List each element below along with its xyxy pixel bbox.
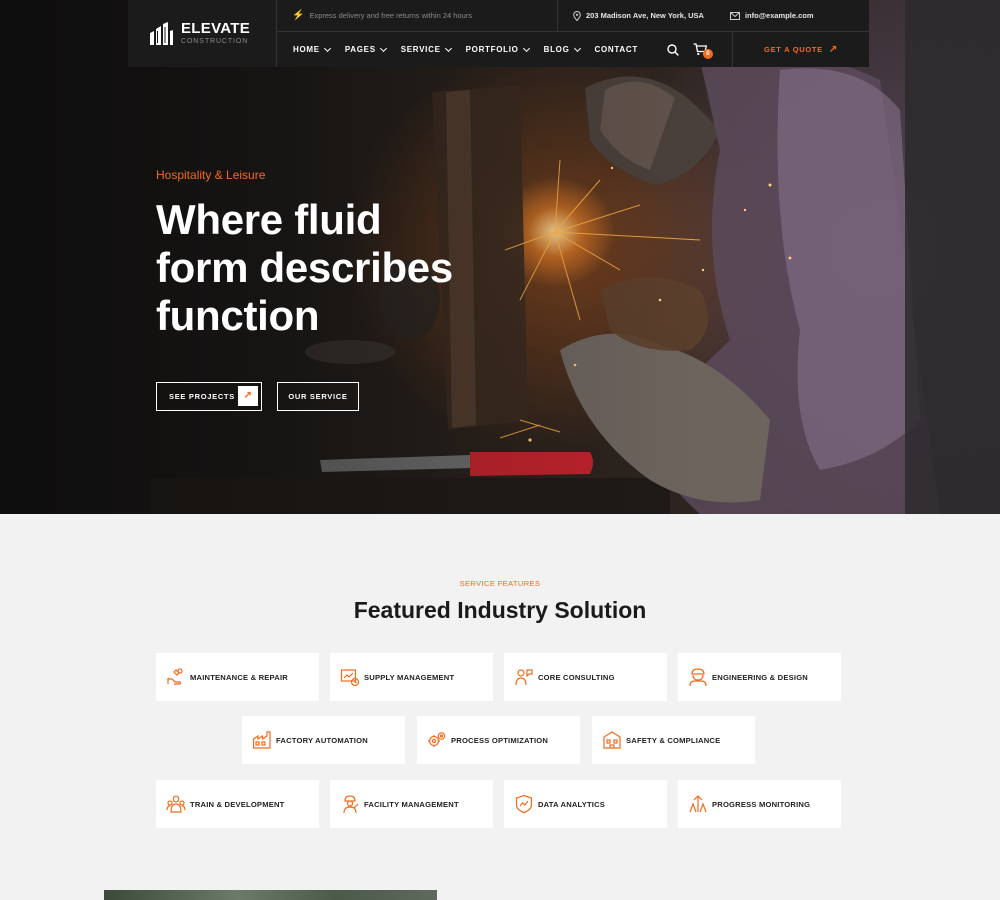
- service-label: SUPPLY MANAGEMENT: [364, 672, 455, 682]
- cart-button[interactable]: 0: [693, 43, 713, 59]
- address-text: 203 Madison Ave, New York, USA: [586, 11, 704, 20]
- service-card-process[interactable]: PROCESS OPTIMIZATION: [417, 716, 580, 764]
- service-card-supply[interactable]: SUPPLY MANAGEMENT: [330, 653, 493, 701]
- chevron-down-icon: [444, 44, 452, 52]
- promo-message: ⚡ Express delivery and free returns with…: [277, 0, 558, 32]
- service-card-safety[interactable]: SAFETY & COMPLIANCE: [592, 716, 755, 764]
- section-kicker: SERVICE FEATURES: [459, 579, 541, 588]
- main-nav: HOME PAGES SERVICE PORTFOLIO BLOG CONTAC…: [277, 32, 869, 67]
- gears-icon: [428, 732, 446, 747]
- training-icon: [166, 795, 186, 813]
- chevron-down-icon: [323, 44, 331, 52]
- service-label: CORE CONSULTING: [538, 672, 615, 682]
- chevron-down-icon: [379, 44, 387, 52]
- service-card-consulting[interactable]: CORE CONSULTING: [504, 653, 667, 701]
- our-service-button[interactable]: OUR SERVICE: [277, 382, 359, 411]
- see-projects-button[interactable]: SEE PROJECTS ↗: [156, 382, 262, 411]
- service-label: FACTORY AUTOMATION: [276, 735, 368, 745]
- service-card-engineering[interactable]: ENGINEERING & DESIGN: [678, 653, 841, 701]
- safety-building-icon: [603, 731, 621, 749]
- see-projects-label: SEE PROJECTS: [169, 392, 235, 401]
- hero-title-line: form describes: [156, 244, 453, 291]
- factory-icon: [252, 731, 271, 749]
- service-card-analytics[interactable]: DATA ANALYTICS: [504, 780, 667, 828]
- nav-label: HOME: [293, 45, 320, 54]
- service-card-maintenance[interactable]: MAINTENANCE & REPAIR: [156, 653, 319, 701]
- analytics-shield-icon: [515, 794, 533, 814]
- service-label: DATA ANALYTICS: [538, 799, 606, 809]
- arrow-up-right-icon: ↗: [828, 44, 838, 55]
- promo-text: Express delivery and free returns within…: [309, 11, 473, 20]
- email-info[interactable]: info@example.com: [729, 11, 814, 20]
- nav-item-blog[interactable]: BLOG: [543, 44, 581, 54]
- service-label: TRAIN & DEVELOPMENT: [190, 799, 285, 809]
- arrow-up-right-icon: ↗: [238, 386, 258, 406]
- page: Hospitality & Leisure Where fluid form d…: [0, 0, 1000, 900]
- site-header: ELEVATE CONSTRUCTION ⚡ Express delivery …: [128, 0, 869, 67]
- cart-count-badge: 0: [702, 49, 713, 59]
- nav-label: SERVICE: [400, 45, 441, 54]
- nav-item-pages[interactable]: PAGES: [344, 44, 387, 54]
- engineer-design-icon: [689, 668, 707, 687]
- service-label: SAFETY & COMPLIANCE: [626, 735, 721, 745]
- service-card-facility[interactable]: FACILITY MANAGEMENT: [330, 780, 493, 828]
- logo-name: ELEVATE: [181, 20, 251, 37]
- hero-title-line: function: [156, 292, 320, 339]
- hero-section: Hospitality & Leisure Where fluid form d…: [0, 0, 1000, 514]
- monitoring-icon: [689, 795, 707, 813]
- supply-chart-icon: [340, 669, 360, 687]
- service-label: FACILITY MANAGEMENT: [364, 799, 459, 809]
- envelope-icon: [729, 11, 740, 20]
- quote-label: GET A QUOTE: [764, 45, 823, 54]
- address-info: 203 Madison Ave, New York, USA: [573, 10, 704, 21]
- wrench-hand-icon: [167, 668, 183, 685]
- nav-label: BLOG: [543, 45, 570, 54]
- chevron-down-icon: [522, 44, 530, 52]
- service-label: PROCESS OPTIMIZATION: [451, 735, 549, 745]
- chevron-down-icon: [573, 44, 581, 52]
- top-bar: ⚡ Express delivery and free returns with…: [277, 0, 869, 32]
- email-text: info@example.com: [744, 11, 814, 20]
- nav-label: CONTACT: [594, 45, 638, 54]
- nav-item-contact[interactable]: CONTACT: [595, 45, 638, 54]
- hero-kicker: Hospitality & Leisure: [156, 168, 266, 182]
- nav-item-service[interactable]: SERVICE: [400, 44, 452, 54]
- service-card-training[interactable]: TRAIN & DEVELOPMENT: [156, 780, 319, 828]
- service-label: ENGINEERING & DESIGN: [712, 672, 808, 682]
- nav-label: PAGES: [344, 45, 376, 54]
- our-service-label: OUR SERVICE: [288, 392, 348, 401]
- buildings-logo-icon: [150, 21, 173, 45]
- search-icon[interactable]: [667, 43, 679, 56]
- logo[interactable]: ELEVATE CONSTRUCTION: [128, 0, 277, 67]
- service-card-monitoring[interactable]: PROGRESS MONITORING: [678, 780, 841, 828]
- project-image: [104, 890, 437, 900]
- service-label: PROGRESS MONITORING: [712, 799, 811, 809]
- service-card-factory[interactable]: FACTORY AUTOMATION: [242, 716, 405, 764]
- hero-title: Where fluid form describes function: [156, 196, 516, 340]
- lightning-icon: ⚡: [292, 10, 305, 21]
- logo-subtitle: CONSTRUCTION: [181, 38, 249, 45]
- facility-worker-icon: [343, 795, 359, 814]
- nav-label: PORTFOLIO: [465, 45, 519, 54]
- get-a-quote-button[interactable]: GET A QUOTE ↗: [732, 32, 869, 67]
- location-pin-icon: [573, 10, 581, 21]
- nav-item-portfolio[interactable]: PORTFOLIO: [465, 44, 530, 54]
- service-label: MAINTENANCE & REPAIR: [190, 672, 288, 682]
- section-title: Featured Industry Solution: [353, 597, 647, 623]
- hero-title-line: Where fluid: [156, 196, 382, 243]
- nav-item-home[interactable]: HOME: [293, 44, 331, 54]
- consultant-icon: [515, 669, 533, 686]
